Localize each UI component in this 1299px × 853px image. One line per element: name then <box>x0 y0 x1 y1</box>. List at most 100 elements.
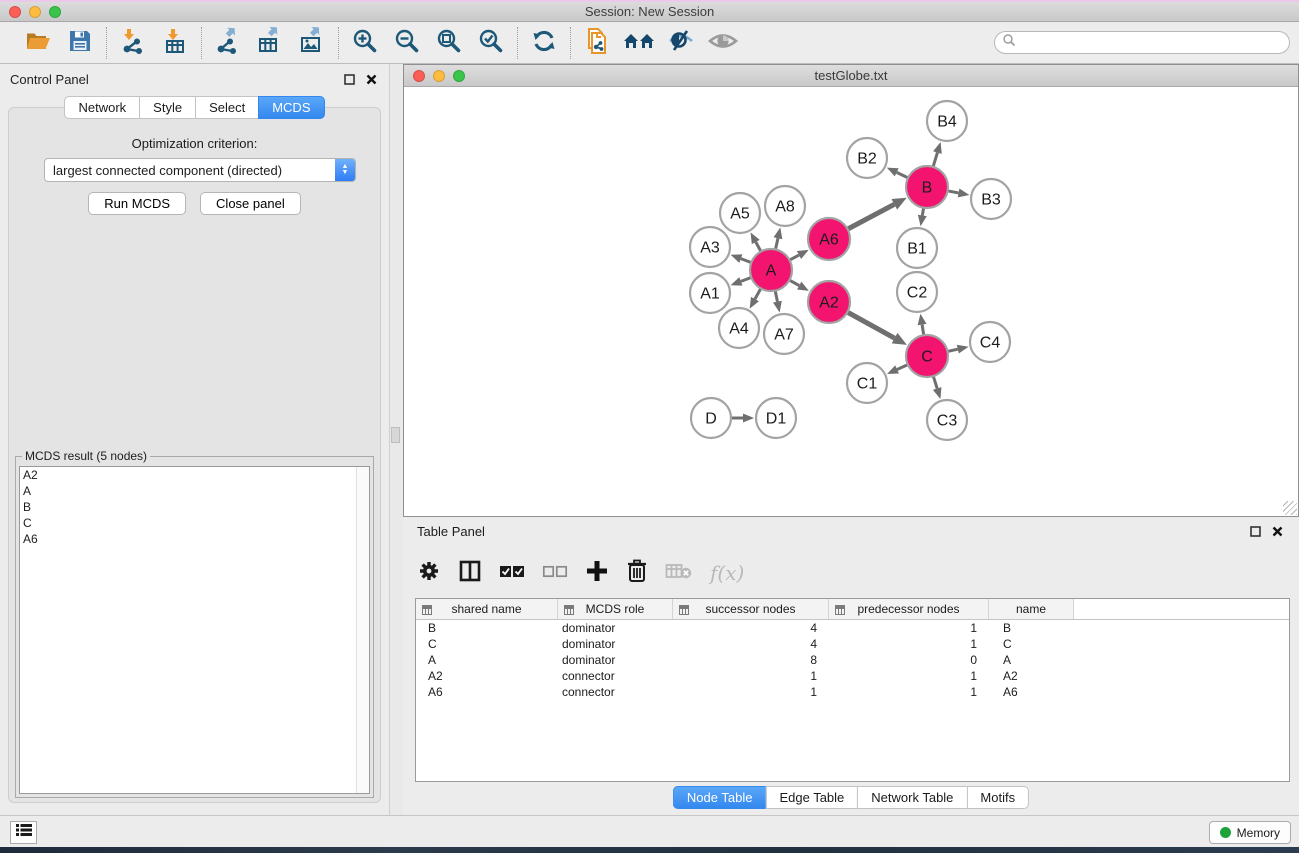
table-row[interactable]: A2connector11A2 <box>416 668 1289 684</box>
mcds-result-list[interactable]: A2ABCA6 <box>19 466 370 794</box>
tab-style[interactable]: Style <box>139 96 195 119</box>
column-type-icon <box>679 604 689 618</box>
tab-select[interactable]: Select <box>195 96 258 119</box>
close-panel-action-button[interactable]: Close panel <box>200 192 301 215</box>
node-table[interactable]: shared nameMCDS rolesuccessor nodesprede… <box>415 598 1290 782</box>
memory-label: Memory <box>1237 826 1280 840</box>
import-table-button[interactable] <box>160 28 190 58</box>
window-resize-grip-icon[interactable] <box>1283 501 1297 515</box>
result-item[interactable]: B <box>20 499 369 515</box>
column-header[interactable]: successor nodes <box>673 599 829 619</box>
graph-node-label: B <box>922 180 933 197</box>
export-image-icon <box>298 27 326 60</box>
select-all-columns-button[interactable] <box>499 562 525 585</box>
network-view-window: testGlobe.txt AA1A2A3A4A5A6A7A8BB1B2B3B4… <box>403 64 1299 517</box>
table-row[interactable]: Bdominator41B <box>416 620 1289 636</box>
import-network-button[interactable] <box>118 28 148 58</box>
tab-node-table[interactable]: Node Table <box>673 786 766 809</box>
main-area: Control Panel NetworkStyleSelectMCDS Opt… <box>0 64 1299 815</box>
table-row[interactable]: Cdominator41C <box>416 636 1289 652</box>
run-mcds-button[interactable]: Run MCDS <box>88 192 186 215</box>
zoom-out-button[interactable] <box>392 28 422 58</box>
edge-arrowhead-icon <box>731 277 743 285</box>
export-image-button[interactable] <box>297 28 327 58</box>
minimize-window-button[interactable] <box>29 6 41 18</box>
tab-network[interactable]: Network <box>64 96 139 119</box>
column-header[interactable]: shared name <box>416 599 558 619</box>
table-cell: A2 <box>416 669 558 683</box>
hide-selected-button[interactable] <box>666 28 696 58</box>
column-type-icon <box>564 604 574 618</box>
delete-table-button[interactable] <box>665 561 693 586</box>
result-scrollbar[interactable] <box>356 467 369 793</box>
plus-icon <box>585 559 609 588</box>
unselect-all-columns-button[interactable] <box>542 562 568 585</box>
create-column-button[interactable] <box>585 559 609 588</box>
function-builder-button[interactable]: f(x) <box>710 561 744 585</box>
table-row[interactable]: Adominator80A <box>416 652 1289 668</box>
control-panel-title: Control Panel <box>10 72 335 87</box>
graph-node-label: C1 <box>857 376 878 393</box>
table-cell: 1 <box>829 669 989 683</box>
result-item[interactable]: A6 <box>20 531 369 547</box>
float-panel-button[interactable] <box>341 71 357 87</box>
network-minimize-button[interactable] <box>433 70 445 82</box>
network-window-titlebar[interactable]: testGlobe.txt <box>404 65 1298 87</box>
eye-icon <box>707 27 739 60</box>
close-panel-button[interactable] <box>363 71 379 87</box>
zoom-window-button[interactable] <box>49 6 61 18</box>
network-zoom-button[interactable] <box>453 70 465 82</box>
graph-node-label: A8 <box>775 199 795 216</box>
zoom-in-button[interactable] <box>350 28 380 58</box>
optimization-criterion-label: Optimization criterion: <box>9 136 380 151</box>
result-item[interactable]: A2 <box>20 467 369 483</box>
first-neighbors-button[interactable] <box>624 28 654 58</box>
table-cell: dominator <box>558 637 673 651</box>
criterion-dropdown[interactable]: largest connected component (directed) ▲… <box>44 158 356 182</box>
search-field[interactable] <box>994 31 1290 54</box>
tab-mcds[interactable]: MCDS <box>258 96 324 119</box>
column-header[interactable]: name <box>989 599 1074 619</box>
export-table-button[interactable] <box>255 28 285 58</box>
table-cell: B <box>989 621 1074 635</box>
float-table-panel-button[interactable] <box>1247 523 1263 539</box>
search-input[interactable] <box>1020 34 1289 52</box>
apply-layout-button[interactable] <box>529 28 559 58</box>
close-table-panel-button[interactable] <box>1269 523 1285 539</box>
table-cell: A <box>416 653 558 667</box>
save-session-button[interactable] <box>65 28 95 58</box>
table-cell: C <box>416 637 558 651</box>
result-items-container: A2ABCA6 <box>20 467 369 547</box>
delete-columns-button[interactable] <box>626 559 648 588</box>
open-session-button[interactable] <box>23 28 53 58</box>
table-row[interactable]: A6connector11A6 <box>416 684 1289 700</box>
network-window-title: testGlobe.txt <box>815 68 888 83</box>
network-canvas-svg: AA1A2A3A4A5A6A7A8BB1B2B3B4CC1C2C3C4DD1 <box>404 88 1298 516</box>
result-item[interactable]: C <box>20 515 369 531</box>
export-network-button[interactable] <box>213 28 243 58</box>
show-graphics-details-button[interactable] <box>708 28 738 58</box>
column-type-icon <box>835 604 845 618</box>
network-close-button[interactable] <box>413 70 425 82</box>
result-item[interactable]: A <box>20 483 369 499</box>
network-canvas[interactable]: AA1A2A3A4A5A6A7A8BB1B2B3B4CC1C2C3C4DD1 <box>404 88 1298 516</box>
show-column-button[interactable] <box>458 559 482 588</box>
column-header[interactable]: MCDS role <box>558 599 673 619</box>
tab-network-table[interactable]: Network Table <box>857 786 966 809</box>
graph-node-label: A <box>766 263 777 280</box>
edge-arrowhead-icon <box>933 387 942 399</box>
tab-edge-table[interactable]: Edge Table <box>765 786 857 809</box>
zoom-fit-button[interactable] <box>434 28 464 58</box>
show-task-history-button[interactable] <box>10 821 37 844</box>
close-window-button[interactable] <box>9 6 21 18</box>
tab-motifs[interactable]: Motifs <box>966 786 1029 809</box>
new-network-from-selection-button[interactable] <box>582 28 612 58</box>
graph-node-label: A3 <box>700 240 720 257</box>
column-header[interactable]: predecessor nodes <box>829 599 989 619</box>
table-cell: A <box>989 653 1074 667</box>
table-options-button[interactable] <box>417 559 441 588</box>
splitter-grip[interactable] <box>391 427 400 443</box>
memory-button[interactable]: Memory <box>1209 821 1291 844</box>
zoom-selected-button[interactable] <box>476 28 506 58</box>
app-titlebar: Session: New Session <box>0 0 1299 22</box>
